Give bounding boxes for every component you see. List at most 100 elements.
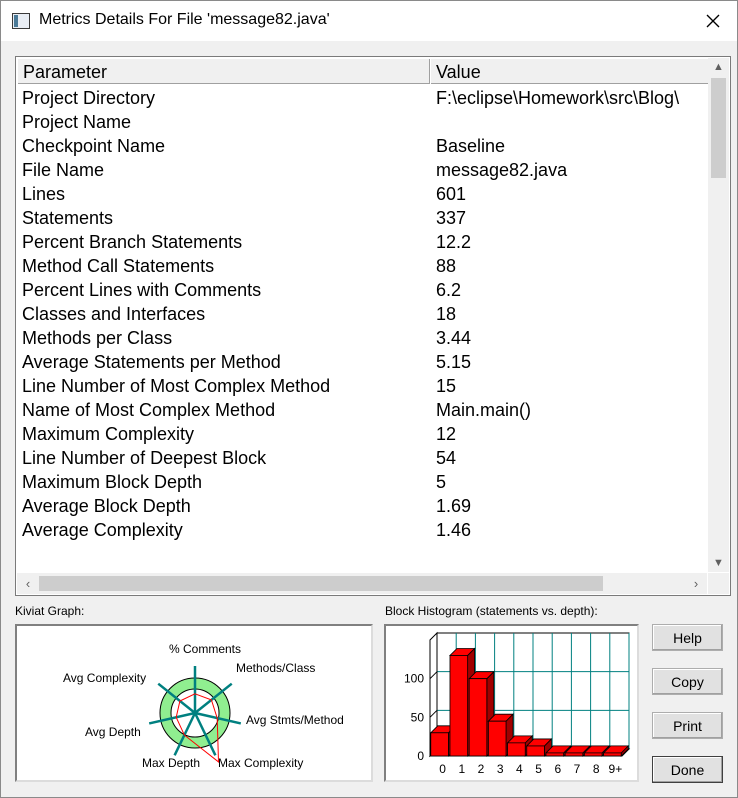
vertical-scrollbar[interactable]: ▲ ▼ bbox=[708, 58, 729, 572]
kiviat-graph: % Comments Methods/Class Avg Stmts/Method M… bbox=[15, 624, 373, 782]
table-row[interactable]: Project Name bbox=[18, 111, 708, 135]
value-cell: 5.15 bbox=[436, 352, 472, 372]
table-row[interactable]: Average Complexity 1.46 bbox=[18, 519, 708, 543]
vertical-scroll-thumb[interactable] bbox=[711, 78, 726, 178]
histogram-y-tick-label: 50 bbox=[411, 710, 425, 724]
value-cell: 6.2 bbox=[436, 280, 462, 300]
table-row[interactable]: Line Number of Deepest Block 54 bbox=[18, 447, 708, 471]
title-bar: Metrics Details For File 'message82.java… bbox=[1, 1, 737, 41]
block-histogram-label: Block Histogram (statements vs. depth): bbox=[385, 604, 598, 618]
metrics-details-window: Metrics Details For File 'message82.java… bbox=[0, 0, 738, 798]
parameter-cell: Line Number of Most Complex Method bbox=[22, 376, 331, 396]
parameter-cell: Project Name bbox=[22, 112, 132, 132]
window-title: Metrics Details For File 'message82.java… bbox=[39, 11, 330, 28]
parameter-cell: Line Number of Deepest Block bbox=[22, 448, 267, 468]
parameter-cell: Maximum Block Depth bbox=[22, 472, 203, 492]
close-button[interactable] bbox=[697, 5, 729, 37]
horizontal-scrollbar[interactable]: ‹ › bbox=[17, 573, 707, 594]
column-header-parameter-label: Parameter bbox=[23, 62, 108, 82]
table-row[interactable]: Classes and Interfaces 18 bbox=[18, 303, 708, 327]
value-cell: F:\eclipse\Homework\src\Blog\ bbox=[436, 88, 680, 108]
kiviat-axis-label: Methods/Class bbox=[236, 661, 315, 675]
parameter-cell: Lines bbox=[22, 184, 66, 204]
table-row[interactable]: Maximum Block Depth 5 bbox=[18, 471, 708, 495]
parameter-cell: Statements bbox=[22, 208, 114, 228]
scrollbar-corner bbox=[708, 573, 729, 594]
value-cell: 337 bbox=[436, 208, 467, 228]
parameter-cell: Checkpoint Name bbox=[22, 136, 166, 156]
histogram-gridline bbox=[429, 709, 438, 718]
scroll-down-icon[interactable]: ▼ bbox=[708, 554, 729, 572]
value-cell: 18 bbox=[436, 304, 457, 324]
histogram-x-tick-label: 4 bbox=[516, 762, 523, 776]
help-button[interactable]: Help bbox=[652, 624, 723, 651]
value-cell: 15 bbox=[436, 376, 457, 396]
table-row[interactable]: Line Number of Most Complex Method 15 bbox=[18, 375, 708, 399]
table-row[interactable]: Average Block Depth 1.69 bbox=[18, 495, 708, 519]
column-header-value-label: Value bbox=[436, 62, 481, 82]
histogram-x-tick-label: 1 bbox=[458, 762, 465, 776]
horizontal-scroll-thumb[interactable] bbox=[39, 576, 603, 591]
parameter-cell: Method Call Statements bbox=[22, 256, 215, 276]
table-row[interactable]: File Name message82.java bbox=[18, 159, 708, 183]
scroll-up-icon[interactable]: ▲ bbox=[708, 58, 729, 76]
table-row[interactable]: Name of Most Complex Method Main.main() bbox=[18, 399, 708, 423]
histogram-x-tick-label: 7 bbox=[574, 762, 581, 776]
value-cell: Baseline bbox=[436, 136, 506, 156]
parameter-cell: Average Statements per Method bbox=[22, 352, 281, 372]
kiviat-axis-label: Avg Depth bbox=[85, 725, 141, 739]
parameter-cell: Percent Branch Statements bbox=[22, 232, 243, 252]
histogram-x-tick-label: 2 bbox=[478, 762, 485, 776]
kiviat-axis-label: Avg Complexity bbox=[63, 671, 146, 685]
table-row[interactable]: Average Statements per Method 5.15 bbox=[18, 351, 708, 375]
value-cell: 88 bbox=[436, 256, 457, 276]
value-cell: 5 bbox=[436, 472, 447, 492]
value-cell: 3.44 bbox=[436, 328, 472, 348]
value-cell: 601 bbox=[436, 184, 467, 204]
histogram-x-tick-label: 3 bbox=[497, 762, 504, 776]
table-row[interactable]: Percent Lines with Comments 6.2 bbox=[18, 279, 708, 303]
kiviat-axis-label: Avg Stmts/Method bbox=[246, 713, 344, 727]
table-row[interactable]: Lines 601 bbox=[18, 183, 708, 207]
histogram-gridline bbox=[429, 671, 438, 680]
table-row[interactable]: Maximum Complexity 12 bbox=[18, 423, 708, 447]
value-cell: 12.2 bbox=[436, 232, 472, 252]
kiviat-axis-label: % Comments bbox=[169, 642, 241, 656]
histogram-y-tick-label: 0 bbox=[417, 749, 424, 763]
value-cell: message82.java bbox=[436, 160, 568, 180]
histogram-x-tick-label: 6 bbox=[554, 762, 561, 776]
value-cell: 1.69 bbox=[436, 496, 472, 516]
table-row[interactable]: Method Call Statements 88 bbox=[18, 255, 708, 279]
value-cell: 54 bbox=[436, 448, 457, 468]
value-cell: 12 bbox=[436, 424, 457, 444]
parameter-cell: Methods per Class bbox=[22, 328, 173, 348]
value-cell: 1.46 bbox=[436, 520, 472, 540]
copy-button[interactable]: Copy bbox=[652, 668, 723, 695]
scroll-right-icon[interactable]: › bbox=[687, 573, 705, 594]
scroll-left-icon[interactable]: ‹ bbox=[19, 573, 37, 594]
parameter-cell: Project Directory bbox=[22, 88, 156, 108]
parameter-cell: Average Block Depth bbox=[22, 496, 191, 516]
table-row[interactable]: Percent Branch Statements 12.2 bbox=[18, 231, 708, 255]
table-row[interactable]: Methods per Class 3.44 bbox=[18, 327, 708, 351]
parameter-cell: Average Complexity bbox=[22, 520, 183, 540]
table-row[interactable]: Project Directory F:\eclipse\Homework\src… bbox=[18, 87, 708, 111]
block-histogram: 0 50 100 0 1 2 3 4 5 6 7 8 9+ bbox=[384, 624, 639, 782]
histogram-x-tick-label: 8 bbox=[593, 762, 600, 776]
done-button[interactable]: Done bbox=[652, 756, 723, 783]
histogram-x-tick-label: 5 bbox=[535, 762, 542, 776]
value-cell: Main.main() bbox=[436, 400, 532, 420]
table-body: Project Directory F:\eclipse\Homework\src… bbox=[18, 87, 708, 567]
histogram-y-tick-label: 100 bbox=[404, 672, 424, 686]
metrics-table[interactable]: Parameter Value Project Directory F:\ecli… bbox=[15, 56, 731, 596]
print-button[interactable]: Print bbox=[652, 712, 723, 739]
column-header-value[interactable]: Value bbox=[431, 59, 709, 84]
column-header-parameter[interactable]: Parameter bbox=[18, 59, 430, 84]
window-icon bbox=[12, 13, 30, 29]
histogram-x-tick-label: 0 bbox=[439, 762, 446, 776]
parameter-cell: Maximum Complexity bbox=[22, 424, 195, 444]
table-row[interactable]: Checkpoint Name Baseline bbox=[18, 135, 708, 159]
table-row[interactable]: Statements 337 bbox=[18, 207, 708, 231]
parameter-cell: File Name bbox=[22, 160, 105, 180]
close-icon bbox=[706, 14, 720, 28]
